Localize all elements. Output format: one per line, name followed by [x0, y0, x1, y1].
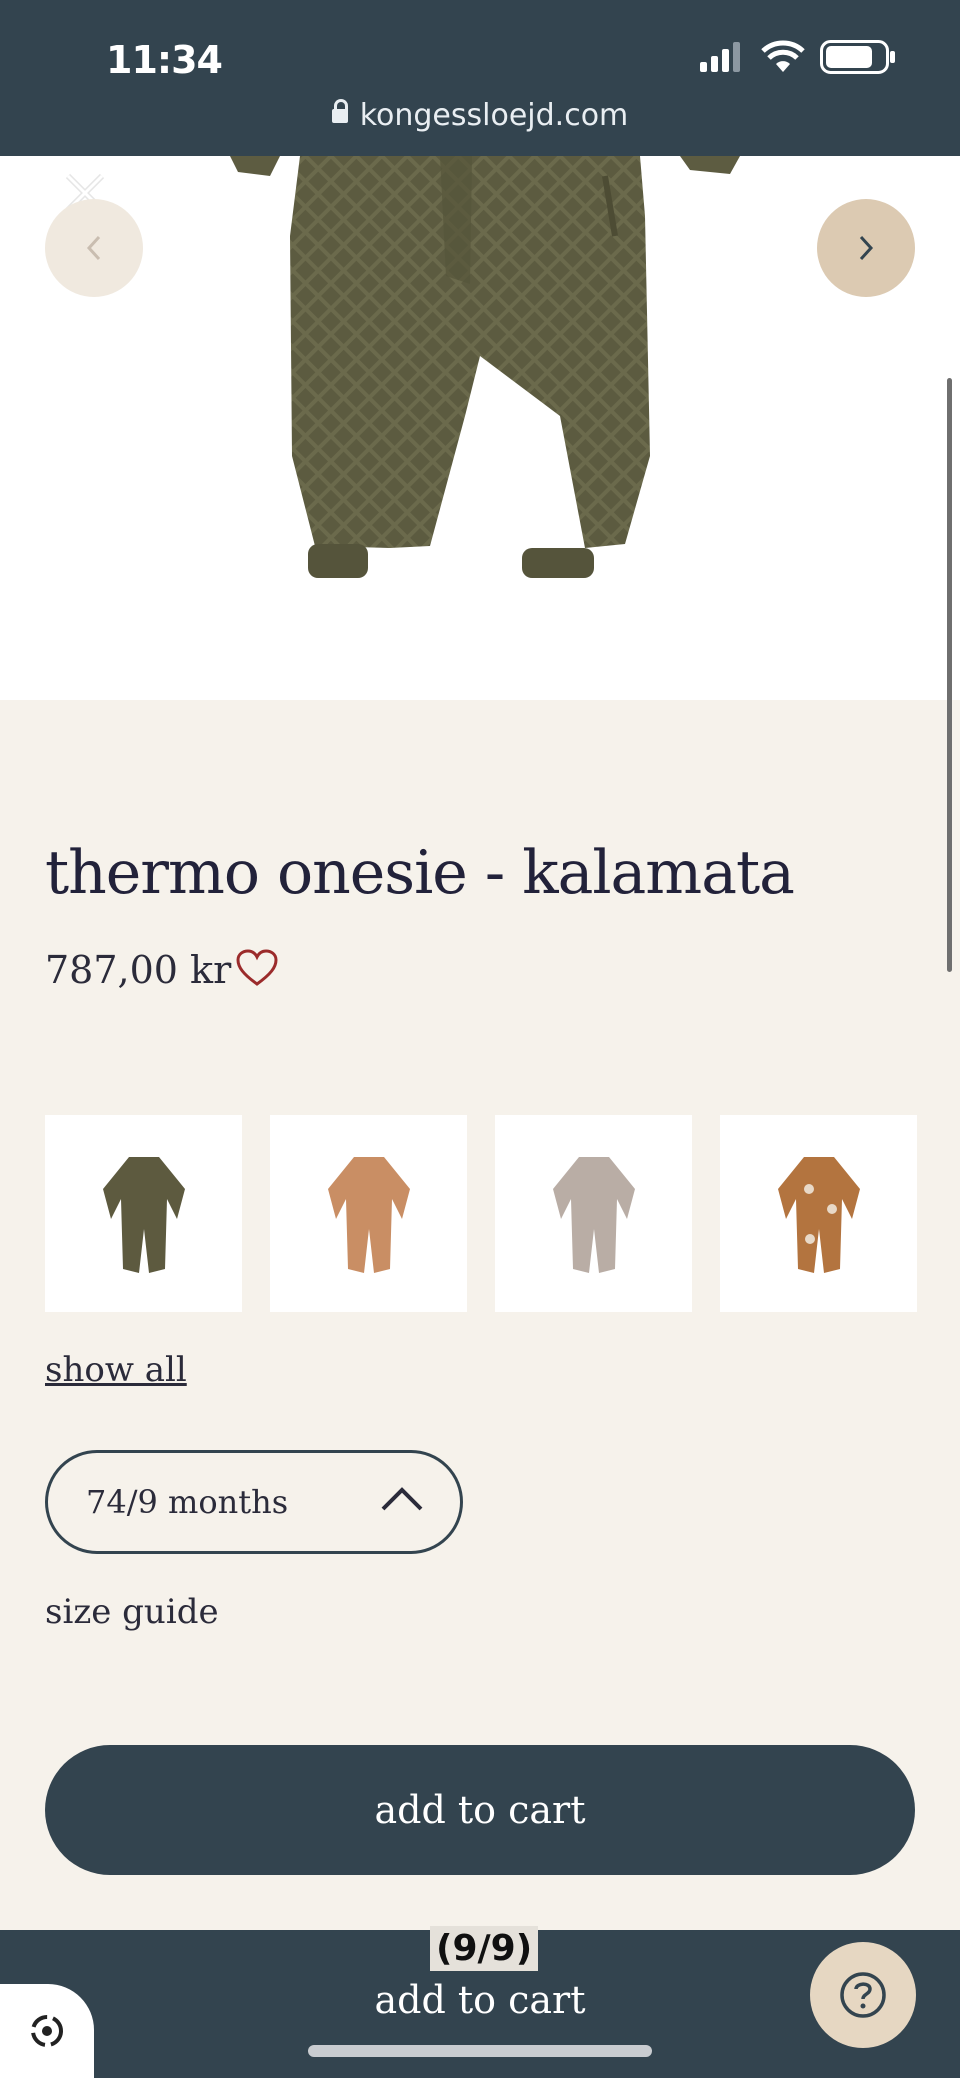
swatch-image — [327, 1156, 410, 1273]
lock-icon — [331, 99, 348, 123]
swatch-grey[interactable] — [495, 1115, 692, 1312]
help-icon — [840, 1972, 886, 2018]
swatch-image — [777, 1156, 860, 1273]
size-guide-link[interactable]: size guide — [45, 1592, 219, 1632]
size-select-value: 74/9 months — [86, 1483, 289, 1521]
previous-image-button[interactable] — [45, 199, 143, 297]
url-text: kongessloejd.com — [359, 98, 629, 133]
page-scrollbar[interactable] — [947, 378, 952, 972]
chevron-up-icon — [381, 1487, 423, 1511]
address-bar[interactable]: kongessloejd.com — [0, 98, 960, 133]
swatch-print[interactable] — [720, 1115, 917, 1312]
chevron-left-icon — [86, 235, 101, 261]
show-all-link[interactable]: show all — [45, 1350, 187, 1390]
add-to-cart-button[interactable]: add to cart — [45, 1745, 915, 1875]
home-indicator — [308, 2045, 652, 2057]
swatch-caramel[interactable] — [270, 1115, 467, 1312]
wifi-icon — [761, 40, 805, 72]
status-icons — [700, 40, 896, 74]
signal-icon — [700, 42, 740, 72]
product-image-carousel[interactable] — [0, 156, 960, 700]
chat-icon — [31, 2015, 63, 2047]
swatch-image — [102, 1156, 185, 1273]
chevron-right-icon — [859, 235, 874, 261]
swatch-kalamata[interactable] — [45, 1115, 242, 1312]
product-title: thermo onesie - kalamata — [45, 838, 795, 908]
status-time: 11:34 — [106, 38, 223, 82]
next-image-button[interactable] — [817, 199, 915, 297]
swatch-image — [552, 1156, 635, 1273]
help-button[interactable] — [810, 1942, 916, 2048]
gallery-counter: (9/9) — [430, 1926, 539, 1971]
battery-icon — [820, 40, 895, 74]
status-bar: 11:34 kongessloejd.com — [0, 0, 960, 156]
product-price: 787,00 kr — [45, 948, 232, 992]
chat-widget-button[interactable] — [0, 1984, 94, 2078]
heart-icon[interactable] — [235, 948, 279, 988]
product-image — [230, 156, 740, 578]
size-select[interactable]: 74/9 months — [45, 1450, 463, 1554]
color-swatches — [45, 1115, 917, 1312]
